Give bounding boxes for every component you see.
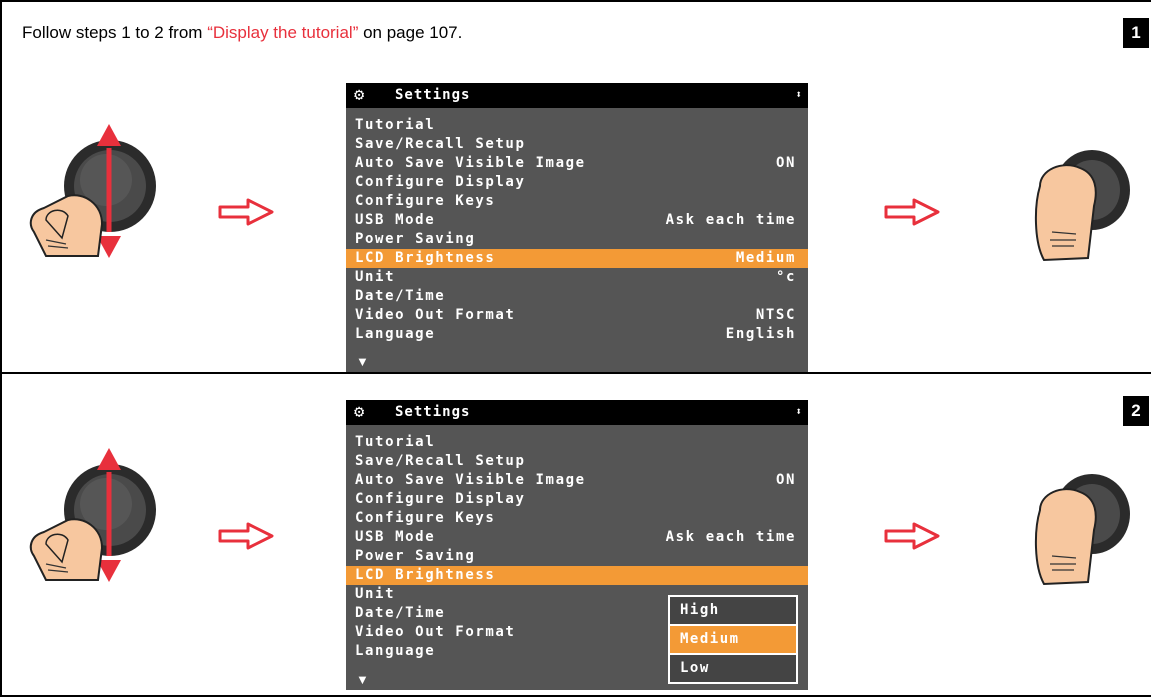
right-arrow-icon: [884, 522, 940, 550]
menu-item[interactable]: Auto Save Visible Image ON: [346, 471, 808, 490]
menu-item[interactable]: Video Out Format NTSC: [346, 306, 808, 325]
menu-item[interactable]: Language English: [346, 325, 808, 344]
menu-item-label: Configure Keys: [355, 193, 496, 209]
settings-screen: ⚙ Settings ⬍ Tutorial Save/Recall Setup Au…: [346, 400, 808, 690]
menu-item-label: Unit: [355, 586, 396, 602]
instruction-prefix: Follow steps 1 to 2 from: [22, 23, 208, 42]
scroll-arrows-icon: ⬍: [795, 88, 802, 101]
menu-item-value: ON: [775, 472, 796, 488]
menu-item-label: Save/Recall Setup: [355, 453, 526, 469]
menu-item[interactable]: Auto Save Visible Image ON: [346, 154, 808, 173]
menu-item[interactable]: USB Mode Ask each time: [346, 528, 808, 547]
popup-option-medium[interactable]: Medium: [670, 624, 796, 653]
menu-item-label: Save/Recall Setup: [355, 136, 526, 152]
down-triangle-icon: ▼: [356, 672, 369, 687]
menu-item-label: Configure Display: [355, 491, 526, 507]
menu-item[interactable]: Unit °c: [346, 268, 808, 287]
menu-item-label: Language: [355, 643, 436, 659]
menu-item-value: English: [725, 326, 796, 342]
menu-item-label: Auto Save Visible Image: [355, 472, 586, 488]
screen-titlebar: ⚙ Settings ⬍: [346, 83, 808, 108]
menu-item[interactable]: Tutorial: [346, 433, 808, 452]
menu-item-label: Language: [355, 326, 436, 342]
screen-title: Settings: [395, 404, 471, 420]
menu-item-label: Video Out Format: [355, 624, 516, 640]
menu-item-value: °c: [775, 269, 796, 285]
tutorial-link[interactable]: “Display the tutorial”: [207, 23, 358, 42]
instruction-suffix: on page 107.: [358, 23, 463, 42]
settings-menu: Tutorial Save/Recall Setup Auto Save Visib…: [346, 116, 808, 344]
joystick-up-down-icon: [29, 448, 156, 582]
menu-item[interactable]: USB Mode Ask each time: [346, 211, 808, 230]
menu-item-label: Date/Time: [355, 288, 446, 304]
menu-item-label: Configure Keys: [355, 510, 496, 526]
menu-item-label: Date/Time: [355, 605, 446, 621]
menu-item[interactable]: LCD Brightness: [346, 566, 808, 585]
menu-item-label: LCD Brightness: [355, 250, 496, 266]
menu-item-label: LCD Brightness: [355, 567, 496, 583]
menu-item-value: Ask each time: [665, 529, 796, 545]
joystick-press-icon: [1034, 150, 1130, 262]
menu-item-label: Tutorial: [355, 434, 436, 450]
joystick-up-down-icon: [29, 124, 156, 258]
menu-item[interactable]: Configure Keys: [346, 509, 808, 528]
menu-item[interactable]: Power Saving: [346, 230, 808, 249]
step-1-panel: Follow steps 1 to 2 from “Display the tu…: [0, 0, 1151, 374]
menu-item[interactable]: Save/Recall Setup: [346, 135, 808, 154]
down-triangle-icon: ▼: [356, 354, 369, 369]
settings-screen: ⚙ Settings ⬍ Tutorial Save/Recall Setup Au…: [346, 83, 808, 372]
menu-item-label: Configure Display: [355, 174, 526, 190]
menu-item-label: Tutorial: [355, 117, 436, 133]
menu-item[interactable]: Tutorial: [346, 116, 808, 135]
popup-option-low[interactable]: Low: [670, 653, 796, 682]
menu-item[interactable]: Power Saving: [346, 547, 808, 566]
step-badge: 1: [1123, 18, 1149, 48]
menu-item[interactable]: LCD Brightness Medium: [346, 249, 808, 268]
menu-item[interactable]: Configure Keys: [346, 192, 808, 211]
menu-item-label: Power Saving: [355, 231, 476, 247]
step-badge: 2: [1123, 396, 1149, 426]
menu-item-label: Unit: [355, 269, 396, 285]
brightness-popup: High Medium Low: [668, 595, 798, 684]
menu-item-label: Auto Save Visible Image: [355, 155, 586, 171]
gear-icon: ⚙: [354, 402, 365, 422]
right-arrow-icon: [218, 198, 274, 226]
menu-item-label: Video Out Format: [355, 307, 516, 323]
scroll-arrows-icon: ⬍: [795, 405, 802, 418]
right-arrow-icon: [884, 198, 940, 226]
menu-item-value: ON: [775, 155, 796, 171]
menu-item[interactable]: Configure Display: [346, 490, 808, 509]
menu-item-label: USB Mode: [355, 529, 436, 545]
instruction-text: Follow steps 1 to 2 from “Display the tu…: [22, 23, 462, 43]
menu-item-value: Ask each time: [665, 212, 796, 228]
menu-item[interactable]: Save/Recall Setup: [346, 452, 808, 471]
screen-titlebar: ⚙ Settings ⬍: [346, 400, 808, 425]
menu-item-value: Medium: [735, 250, 796, 266]
menu-item-label: Power Saving: [355, 548, 476, 564]
right-arrow-icon: [218, 522, 274, 550]
menu-item[interactable]: Configure Display: [346, 173, 808, 192]
menu-item-label: USB Mode: [355, 212, 436, 228]
menu-item[interactable]: Date/Time: [346, 287, 808, 306]
joystick-press-icon: [1034, 474, 1130, 586]
gear-icon: ⚙: [354, 85, 365, 105]
step-2-panel: 2 ⚙ Settings ⬍ Tutorial Save/Recall Setup…: [0, 372, 1151, 697]
screen-title: Settings: [395, 87, 471, 103]
menu-item-value: NTSC: [755, 307, 796, 323]
popup-option-high[interactable]: High: [670, 597, 796, 624]
